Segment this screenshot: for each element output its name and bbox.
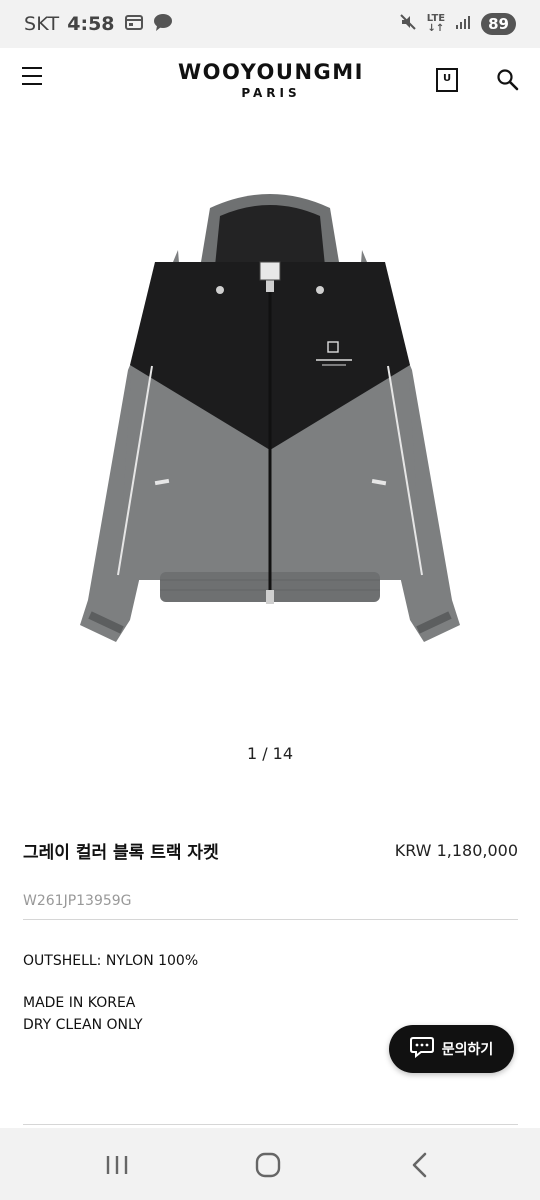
product-info: 그레이 컬러 블록 트랙 자켓 KRW 1,180,000 W261JP1395…	[23, 838, 518, 1036]
gallery-pager: 1 / 14	[246, 744, 294, 763]
message-icon	[153, 13, 173, 36]
carrier-label: SKT	[24, 13, 60, 35]
product-name: 그레이 컬러 블록 트랙 자켓	[23, 843, 219, 863]
origin-text: MADE IN KOREA	[23, 995, 136, 1011]
lte-indicator: LTE ↓↑	[426, 13, 446, 34]
product-image[interactable]	[60, 180, 480, 660]
shopping-bag-icon[interactable]: U	[436, 68, 458, 92]
product-price: KRW 1,180,000	[394, 841, 518, 860]
product-code: W261JP13959G	[23, 893, 132, 909]
clock: 4:58	[67, 13, 115, 35]
site-header: WOOYOUNGMI PARIS U	[0, 48, 540, 114]
back-icon[interactable]	[405, 1150, 435, 1180]
chat-bubble-icon	[409, 1036, 434, 1062]
system-navigation-bar	[0, 1128, 540, 1200]
signal-icon	[455, 13, 471, 35]
status-bar: SKT 4:58 LTE ↓↑ 89	[0, 0, 540, 48]
material-text: OUTSHELL: NYLON 100%	[23, 953, 199, 969]
recent-apps-icon[interactable]	[102, 1150, 132, 1180]
lte-label: LTE	[426, 13, 446, 24]
product-page: SKT 4:58 LTE ↓↑ 89 WOOYOUNGMI PARIS U 1 …	[0, 0, 540, 1200]
inquiry-button[interactable]: 문의하기	[389, 1025, 514, 1073]
search-icon[interactable]	[496, 68, 520, 92]
home-icon[interactable]	[253, 1150, 283, 1180]
calendar-icon	[124, 13, 143, 35]
hamburger-menu-icon[interactable]	[22, 67, 42, 87]
mute-icon	[399, 13, 417, 36]
product-title-row: 그레이 컬러 블록 트랙 자켓 KRW 1,180,000	[23, 838, 518, 863]
divider	[23, 1124, 518, 1125]
brand-name: WOOYOUNGMI	[177, 60, 364, 84]
brand-logo[interactable]: WOOYOUNGMI PARIS	[160, 60, 382, 100]
divider	[23, 919, 518, 920]
inquiry-label: 문의하기	[441, 1042, 494, 1058]
battery-indicator: 89	[481, 13, 516, 35]
brand-subtitle: PARIS	[241, 86, 301, 100]
